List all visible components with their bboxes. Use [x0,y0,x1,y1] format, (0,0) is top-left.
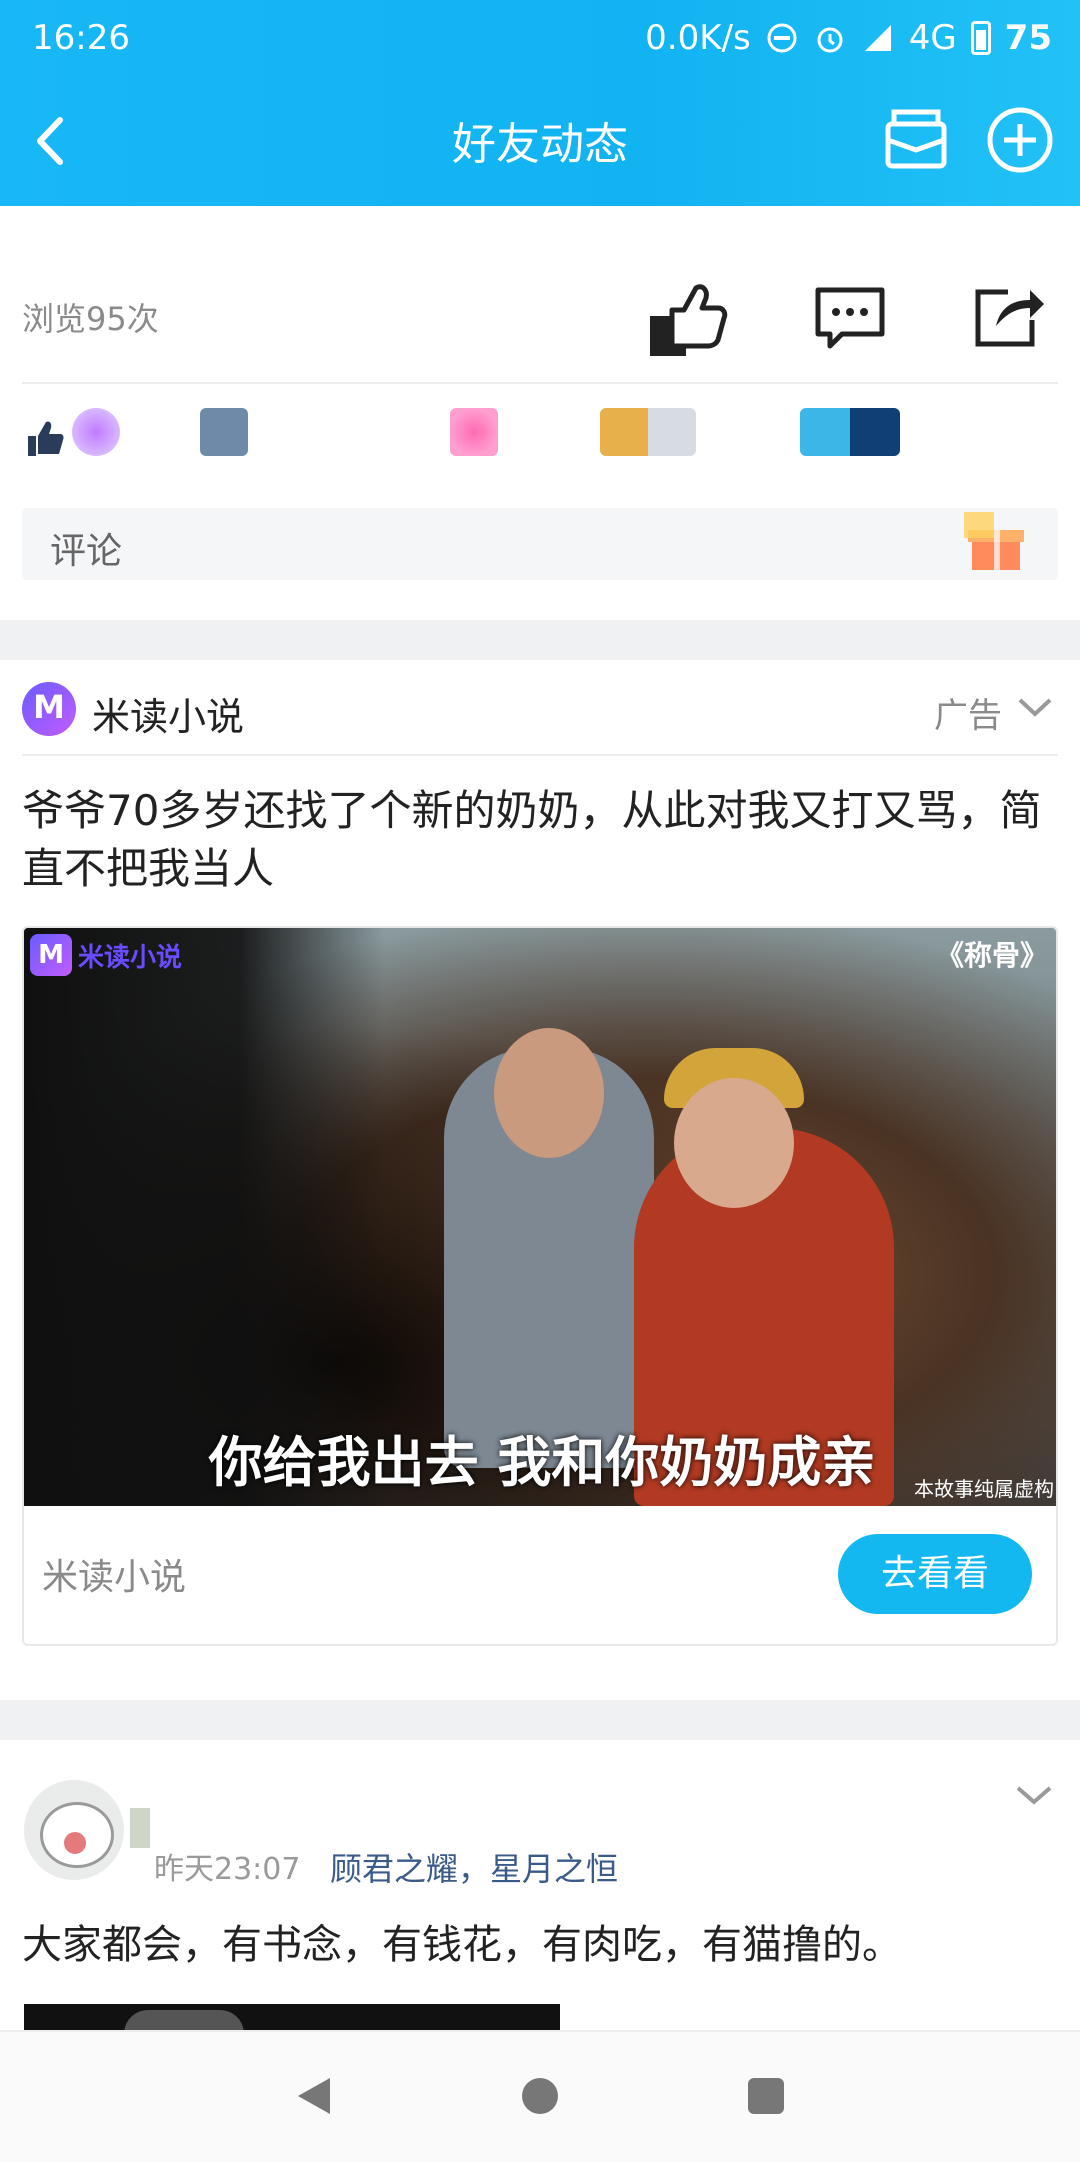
ad-headline[interactable]: 爷爷70多岁还找了个新的奶奶，从此对我又打又骂，简直不把我当人 [22,782,1050,898]
comment-placeholder: 评论 [50,531,123,572]
ad-source: 米读小说 [42,1557,187,1598]
advertiser-name[interactable]: 米读小说 [92,686,244,741]
add-icon[interactable] [984,104,1056,176]
book-title: 《称骨》 [935,939,1048,972]
advertiser-logo[interactable] [22,682,76,736]
post-text[interactable]: 大家都会，有书念，有钱花，有肉吃，有猫撸的。 [22,1912,902,1970]
ad-post: 米读小说 广告 爷爷70多岁还找了个新的奶奶，从此对我又打又骂，简直不把我当人 … [0,660,1080,1700]
battery-level: 75 [1004,18,1052,58]
figure-man-head [494,1028,604,1158]
username-redacted[interactable] [130,1808,150,1848]
chevron-down-icon[interactable] [1014,1780,1054,1810]
avatar[interactable] [450,408,498,456]
comment-icon[interactable] [810,276,890,356]
image-disclaimer: 本故事纯属虚构 [914,1477,1054,1501]
signal-icon [864,25,891,51]
tagged-users[interactable]: 顾君之耀，星月之恒 [330,1844,618,1890]
brand-logo-icon: M [30,934,72,976]
friend-post: 昨天23:07 顾君之耀，星月之恒 大家都会，有书念，有钱花，有肉吃，有猫撸的。 [0,1740,1080,2034]
cat-mouth [64,1832,86,1854]
ad-card[interactable]: M 米读小说 《称骨》 你给我出去 我和你奶奶成亲 本故事纯属虚构 米读小说 去… [22,926,1058,1646]
comment-input[interactable]: 评论 [22,508,1058,580]
status-bar: 16:26 0.0K/s 4G 75 [0,14,1080,66]
app-header: 16:26 0.0K/s 4G 75 好友动态 [0,0,1080,206]
title-bar: 好友动态 [0,100,1080,180]
post-time: 昨天23:07 [154,1852,301,1887]
avatar[interactable] [200,408,248,456]
avatar[interactable] [600,408,696,456]
mail-icon[interactable] [880,104,952,176]
section-gap [0,1700,1080,1740]
system-nav-bar [0,2030,1080,2162]
nav-back-icon[interactable] [290,2072,338,2120]
divider [22,382,1058,384]
brand-text: 米读小说 [78,942,183,973]
nav-recent-icon[interactable] [742,2072,790,2120]
net-speed: 0.0K/s [645,18,751,58]
status-time: 16:26 [32,18,130,58]
like-icon [28,421,64,456]
ad-label[interactable]: 广告 [934,688,1002,737]
divider [22,754,1058,756]
status-right: 0.0K/s 4G 75 [645,18,1052,58]
cta-button[interactable]: 去看看 [838,1534,1032,1614]
avatar[interactable] [72,408,120,456]
network-type: 4G [908,18,957,58]
gift-icon[interactable] [964,512,1028,576]
share-icon[interactable] [968,276,1048,356]
image-brand: M 米读小说 [30,934,182,976]
like-avatars [22,408,1062,468]
battery-icon [970,21,991,55]
image-subtitle: 你给我出去 我和你奶奶成亲 [208,1430,876,1494]
chevron-down-icon[interactable] [1016,692,1054,722]
post-interactions: 浏览95次 评论 [0,206,1080,620]
view-count: 浏览95次 [22,300,159,338]
ad-image[interactable]: M 米读小说 《称骨》 你给我出去 我和你奶奶成亲 本故事纯属虚构 [24,928,1056,1506]
like-icon[interactable] [650,276,730,356]
avatar[interactable] [24,1780,124,1880]
section-gap [0,620,1080,660]
dnd-icon [767,23,797,53]
avatar[interactable] [800,408,900,456]
alarm-icon [817,27,843,53]
figure-bride-head [674,1078,794,1208]
nav-home-icon[interactable] [516,2072,564,2120]
